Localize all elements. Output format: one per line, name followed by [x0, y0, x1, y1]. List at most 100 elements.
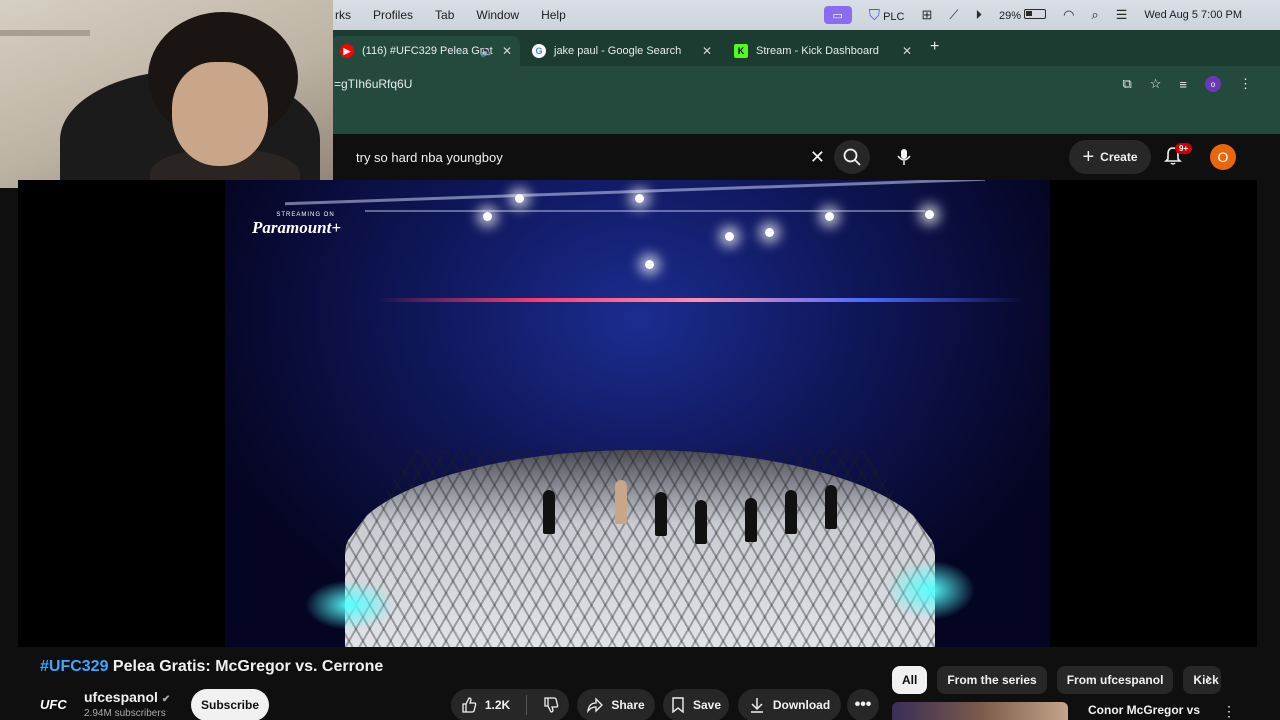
battery-status[interactable]: 29% [998, 8, 1047, 22]
bookmark-star-icon[interactable]: ☆ [1150, 76, 1162, 92]
watermark-brand: Paramount+ [252, 218, 342, 237]
tab-title: (116) #UFC329 Pelea Grat [362, 45, 493, 57]
chevron-right-icon[interactable]: › [1206, 670, 1211, 688]
screen: rks Profiles Tab Window Help ▭ ⛉ PLC ⊞ ⟋… [0, 0, 1280, 720]
voice-search-button[interactable] [886, 140, 922, 174]
hashtag-link[interactable]: #UFC329 [40, 658, 108, 675]
plc-status[interactable]: ⛉ PLC [869, 7, 905, 24]
cage-glow [885, 560, 975, 620]
channel-name[interactable]: ufcespanol [84, 689, 158, 705]
tab-youtube[interactable]: ▶ (116) #UFC329 Pelea Grat 🔈 ✕ [330, 36, 520, 66]
pen-icon[interactable]: ⟋ [949, 7, 958, 23]
arena-light [645, 260, 654, 269]
more-actions-button[interactable]: ••• [847, 689, 879, 720]
menu-window[interactable]: Window [476, 8, 519, 22]
speaker-icon[interactable]: 🔈 [480, 45, 494, 58]
related-filter-chips: All From the series From ufcespanol Kick [892, 666, 1222, 694]
share-button[interactable]: Share [577, 689, 655, 720]
arena-light [483, 212, 492, 221]
person-figure [785, 490, 797, 534]
subscribe-button[interactable]: Subscribe [191, 689, 269, 720]
bookmark-icon [672, 697, 684, 713]
channel-name-row: ufcespanol ✔ [84, 689, 170, 705]
thumbs-up-icon [462, 697, 477, 713]
channel-avatar[interactable]: UFC [40, 692, 74, 716]
account-avatar[interactable]: O [1210, 144, 1236, 170]
tab-title: jake paul - Google Search [554, 45, 682, 57]
menu-bookmarks[interactable]: rks [335, 8, 351, 22]
create-button[interactable]: + Create [1069, 140, 1151, 174]
tab-kick-dashboard[interactable]: K Stream - Kick Dashboard ✕ [724, 36, 920, 66]
search-icon [843, 148, 861, 166]
search-box[interactable]: try so hard nba youngboy ✕ [340, 138, 835, 176]
background-shelf [0, 30, 90, 36]
close-icon[interactable]: ✕ [502, 44, 512, 58]
create-label: Create [1100, 150, 1138, 164]
url-field[interactable]: =gTIh6uRfq6U [334, 77, 412, 91]
save-button[interactable]: Save [663, 689, 729, 720]
plc-label: PLC [883, 10, 905, 23]
video-title: #UFC329 Pelea Gratis: McGregor vs. Cerro… [40, 658, 383, 676]
media-controls-icon[interactable]: ≡ [1179, 77, 1187, 92]
menu-help[interactable]: Help [541, 8, 566, 22]
install-app-icon[interactable]: ⧉ [1122, 76, 1131, 92]
chip-all[interactable]: All [892, 666, 928, 694]
battery-icon [1024, 8, 1047, 19]
wifi-icon[interactable]: ◠ [1063, 7, 1074, 23]
tab-google-search[interactable]: G jake paul - Google Search ✕ [522, 36, 720, 66]
more-horizontal-icon: ••• [854, 696, 872, 713]
control-center-icon[interactable]: ☰ [1116, 7, 1128, 23]
verified-icon: ✔ [161, 694, 171, 705]
dislike-button[interactable] [543, 697, 559, 713]
video-frame[interactable] [225, 180, 1050, 647]
arena-light [515, 194, 524, 203]
play-icon[interactable]: ⏵ [975, 7, 982, 23]
share-icon [587, 697, 604, 713]
person-figure [825, 485, 837, 529]
chip-from-the-series[interactable]: From the series [937, 666, 1047, 694]
arena-light [825, 212, 834, 221]
menu-tab[interactable]: Tab [435, 8, 454, 22]
menu-profiles[interactable]: Profiles [373, 8, 413, 22]
search-input[interactable]: try so hard nba youngboy [340, 150, 503, 165]
screen-share-icon[interactable]: ▭ [823, 6, 852, 24]
recommendation-thumbnail[interactable] [892, 702, 1068, 720]
person-figure [615, 480, 627, 524]
thumbs-down-icon [544, 697, 559, 713]
like-count: 1.2K [484, 698, 511, 712]
paramount-watermark: STREAMING ON Paramount+ [252, 212, 341, 238]
arena-led-ring [375, 298, 1025, 302]
arena-light [765, 228, 774, 237]
profile-avatar[interactable]: o [1205, 76, 1221, 92]
download-icon [750, 698, 763, 713]
tab-title: Stream - Kick Dashboard [756, 45, 879, 57]
more-vertical-icon[interactable]: ⋮ [1222, 703, 1236, 720]
notifications-button[interactable]: 9+ [1163, 143, 1193, 166]
spotlight-icon[interactable]: ⌕ [1091, 7, 1098, 23]
new-tab-button[interactable]: + [930, 38, 939, 56]
recommendation-title[interactable]: Conor McGregor vs [1088, 703, 1200, 717]
webcam-overlay [0, 0, 333, 188]
video-title-text: Pelea Gratis: McGregor vs. Cerrone [108, 658, 384, 675]
save-label: Save [692, 698, 722, 712]
clear-search-icon[interactable]: ✕ [810, 147, 825, 168]
person-figure [543, 490, 555, 534]
search-button[interactable] [834, 140, 870, 174]
shield-icon: ⛉ [868, 6, 880, 24]
microphone-icon [897, 149, 911, 165]
download-button[interactable]: Download [738, 689, 841, 720]
stage-manager-icon[interactable]: ⊞ [921, 7, 932, 23]
close-icon[interactable]: ✕ [702, 44, 712, 58]
browser-menu-icon[interactable]: ⋮ [1239, 76, 1252, 92]
share-label: Share [611, 698, 645, 712]
close-icon[interactable]: ✕ [902, 44, 912, 58]
chip-from-channel[interactable]: From ufcespanol [1056, 666, 1174, 694]
menubar-clock[interactable]: Wed Aug 5 7:00 PM [1144, 9, 1242, 21]
chip-kick[interactable]: Kick [1183, 666, 1222, 694]
like-button[interactable]: 1.2K [461, 697, 510, 713]
battery-percent: 29% [998, 9, 1022, 22]
kick-icon: K [734, 44, 748, 58]
arena-light [635, 194, 644, 203]
toolbar-icons: ⧉ ☆ ≡ o ⋮ [1122, 76, 1252, 92]
video-player[interactable] [18, 180, 1257, 647]
